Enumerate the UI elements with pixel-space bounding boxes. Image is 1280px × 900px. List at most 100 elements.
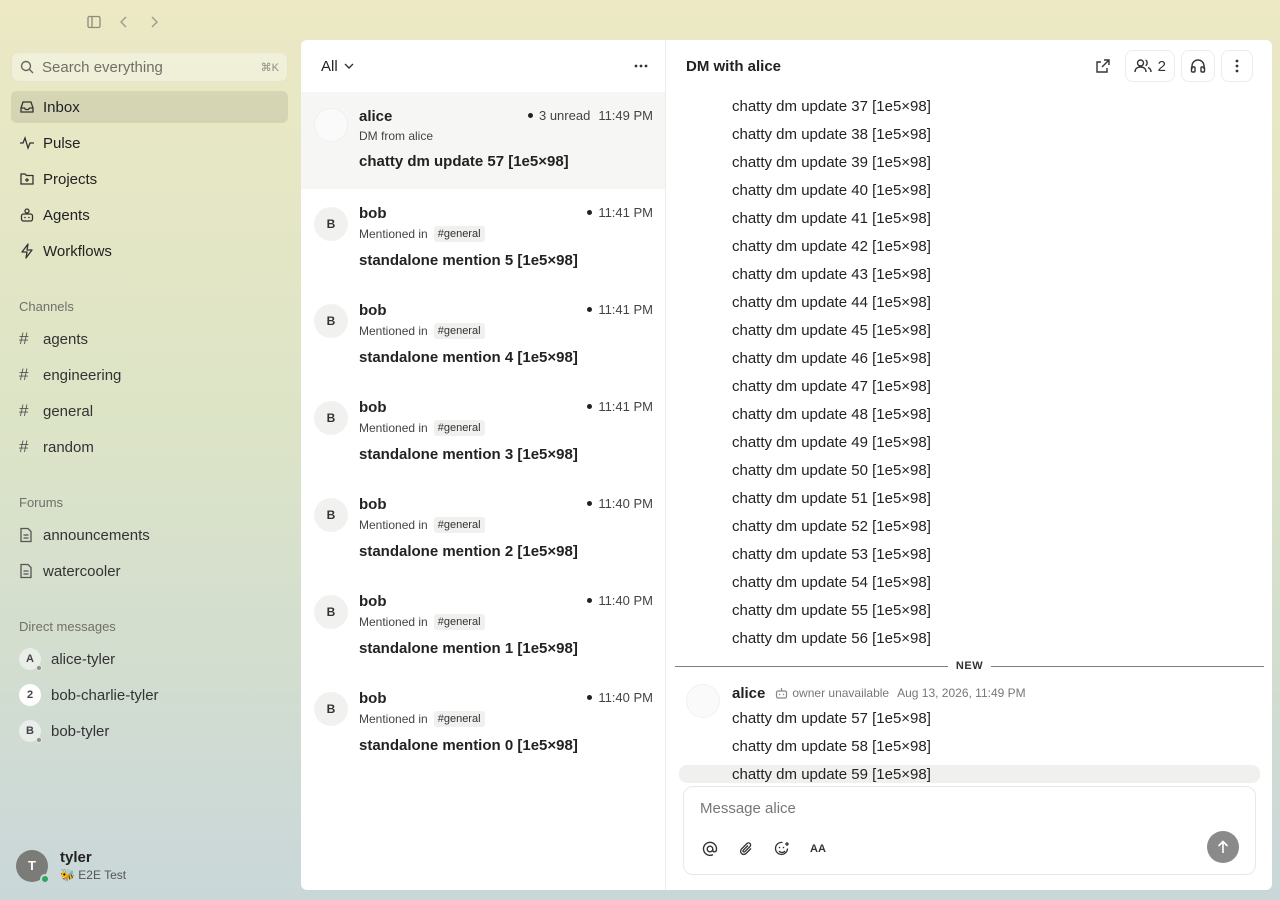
channel-tag[interactable]: #general [433,323,485,339]
dm-label: bob-charlie-tyler [51,686,159,704]
inbox-filter-dropdown[interactable]: All [321,58,354,75]
search-input[interactable]: Search everything ⌘K [11,52,288,82]
channel-tag[interactable]: #general [433,226,485,242]
message-line: chatty dm update 50 [1e5×98] [732,461,931,479]
channel-item-general[interactable]: # general [11,395,288,427]
forward-arrow-icon[interactable] [144,10,164,34]
nav-item-agents[interactable]: Agents [11,199,288,231]
member-count: 2 [1157,57,1166,75]
forum-doc-icon [19,527,35,543]
message-composer[interactable]: Message alice AA [683,786,1256,875]
inbox-panel: All alice 3 unread 11:49 PM DM from alic… [301,40,666,890]
user-status: 🐝 E2E Test [60,868,127,882]
inbox-item-meta: 11:41 PM [587,205,653,220]
inbox-item-context: Mentioned in #general [359,614,653,630]
channel-item-random[interactable]: # random [11,431,288,463]
emoji-add-icon[interactable] [770,837,794,861]
kebab-menu-icon[interactable] [1221,50,1253,82]
channel-tag[interactable]: #general [433,420,485,436]
hash-icon: # [19,365,29,384]
current-user[interactable]: T tyler 🐝 E2E Test [16,849,127,884]
hash-icon: # [19,329,29,348]
dm-item-bob-tyler[interactable]: B bob-tyler [11,715,288,747]
inbox-item[interactable]: B bob 11:40 PM Mentioned in #general stan… [301,674,665,771]
inbox-item[interactable]: B bob 11:40 PM Mentioned in #general stan… [301,577,665,674]
avatar [314,108,348,142]
nav-item-projects[interactable]: Projects [11,163,288,195]
user-name: tyler [60,849,92,866]
message-line: chatty dm update 37 [1e5×98] [732,97,931,115]
inbox-item-time: 11:41 PM [598,399,653,414]
message-line-highlighted[interactable]: chatty dm update 59 [1e5×98] [679,765,1260,783]
channel-item-engineering[interactable]: # engineering [11,359,288,391]
inbox-icon [19,99,35,115]
channel-tag[interactable]: #general [433,711,485,727]
sidebar-toggle-icon[interactable] [84,10,104,34]
channel-list: # agents # engineering # general # random [11,323,288,467]
nav-item-workflows[interactable]: Workflows [11,235,288,267]
channel-item-agents[interactable]: # agents [11,323,288,355]
message-line: chatty dm update 38 [1e5×98] [732,125,931,143]
inbox-item-context: Mentioned in #general [359,517,653,533]
message-timestamp: Aug 13, 2026, 11:49 PM [897,686,1026,700]
avatar: B [314,692,348,726]
search-shortcut: ⌘K [260,61,279,74]
dms-section-title: Direct messages [19,619,116,634]
channel-tag[interactable]: #general [433,614,485,630]
inbox-item-time: 11:40 PM [598,496,653,511]
author-name[interactable]: alice [732,685,765,702]
channel-label: general [43,402,94,420]
channels-section-title: Channels [19,299,74,314]
forum-item-watercooler[interactable]: watercooler [11,555,288,587]
channel-label: agents [43,330,89,348]
composer-input[interactable]: Message alice [700,800,796,817]
projects-icon [19,171,35,187]
unread-dot [587,501,593,506]
channel-tag[interactable]: #general [433,517,485,533]
open-external-icon[interactable] [1087,50,1119,82]
message-line: chatty dm update 41 [1e5×98] [732,209,931,227]
new-messages-divider: NEW [667,652,1272,680]
forums-section-title: Forums [19,495,64,510]
nav-item-label: Inbox [43,98,80,116]
forum-item-announcements[interactable]: announcements [11,519,288,551]
back-arrow-icon[interactable] [114,10,134,34]
sidebar: Search everything ⌘K Inbox Pulse Project… [0,40,300,900]
message-line: chatty dm update 51 [1e5×98] [732,489,931,507]
members-button[interactable]: 2 [1124,50,1175,82]
text-format-icon[interactable]: AA [806,837,830,861]
more-options-icon[interactable] [629,54,653,78]
inbox-item-preview: standalone mention 4 [1e5×98] [359,349,578,366]
inbox-item-meta: 11:41 PM [587,399,653,414]
inbox-item[interactable]: B bob 11:41 PM Mentioned in #general stan… [301,383,665,480]
huddle-headphones-icon[interactable] [1181,50,1215,82]
nav-item-label: Pulse [43,134,81,152]
inbox-item[interactable]: alice 3 unread 11:49 PM DM from alice ch… [301,92,665,189]
unread-dot [587,598,593,603]
message-line: chatty dm update 55 [1e5×98] [732,601,931,619]
inbox-item-meta: 11:40 PM [587,496,653,511]
user-avatar: T [16,849,50,884]
message-line: chatty dm update 53 [1e5×98] [732,545,931,563]
message-line: chatty dm update 39 [1e5×98] [732,153,931,171]
message-line: chatty dm update 44 [1e5×98] [732,293,931,311]
inbox-item-time: 11:40 PM [598,690,653,705]
mention-icon[interactable] [698,837,722,861]
inbox-item-preview: standalone mention 1 [1e5×98] [359,640,578,657]
nav-item-pulse[interactable]: Pulse [11,127,288,159]
dm-item-bob-charlie-tyler[interactable]: 2 bob-charlie-tyler [11,679,288,711]
send-button[interactable] [1207,831,1239,863]
inbox-item-meta: 11:41 PM [587,302,653,317]
inbox-item[interactable]: B bob 11:41 PM Mentioned in #general stan… [301,286,665,383]
inbox-item[interactable]: B bob 11:40 PM Mentioned in #general stan… [301,480,665,577]
group-count-badge: 2 [19,684,41,706]
inbox-item-time: 11:40 PM [598,593,653,608]
message-line: chatty dm update 54 [1e5×98] [732,573,931,591]
message-line: chatty dm update 40 [1e5×98] [732,181,931,199]
conversation-panel: DM with alice 2 chatty dm update 37 [1e5… [667,40,1272,890]
dm-item-alice-tyler[interactable]: A alice-tyler [11,643,288,675]
message-line: chatty dm update 58 [1e5×98] [732,737,931,755]
attachment-icon[interactable] [734,837,758,861]
inbox-item[interactable]: B bob 11:41 PM Mentioned in #general stan… [301,189,665,286]
nav-item-inbox[interactable]: Inbox [11,91,288,123]
